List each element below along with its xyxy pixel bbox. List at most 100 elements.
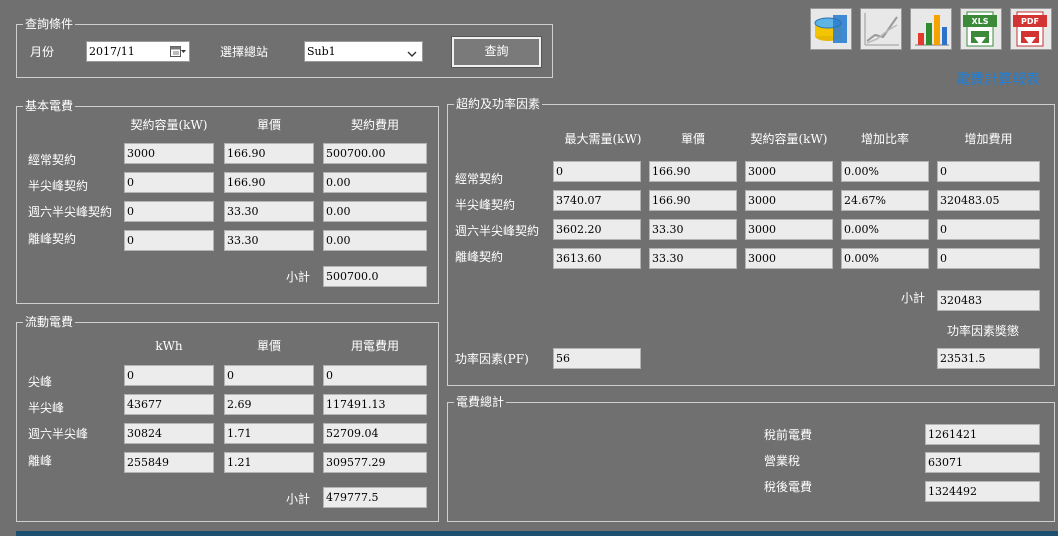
flow-fee-field: 52709.04 xyxy=(323,423,427,444)
over-header-ratio: 增加比率 xyxy=(860,132,909,146)
flow-row-label: 半尖峰 xyxy=(28,401,65,415)
basic-subtotal-label: 小計 xyxy=(286,270,311,284)
chart-line-icon[interactable] xyxy=(860,8,902,50)
flow-price-field: 2.69 xyxy=(224,394,314,415)
over-capacity-field: 3000 xyxy=(745,161,833,182)
station-label: 選擇總站 xyxy=(220,45,269,59)
tax-field: 63071 xyxy=(925,452,1040,473)
over-fee-field: 320483.05 xyxy=(937,190,1040,211)
over-header-capacity: 契約容量(kW) xyxy=(750,132,828,146)
basic-price-field: 166.90 xyxy=(224,172,314,193)
flow-header-kwh: kWh xyxy=(155,339,183,353)
over-fee-field: 0 xyxy=(937,219,1040,240)
basic-capacity-field: 0 xyxy=(124,201,214,222)
over-demand-field: 3613.60 xyxy=(553,248,641,269)
chevron-down-icon[interactable] xyxy=(407,46,417,57)
basic-capacity-field: 0 xyxy=(124,230,214,251)
flow-fee-field: 117491.13 xyxy=(323,394,427,415)
pdf-text: PDF xyxy=(1021,17,1039,26)
basic-capacity-field: 3000 xyxy=(124,143,214,164)
over-ratio-field: 24.67% xyxy=(841,190,929,211)
month-value: 2017/11 xyxy=(89,45,135,58)
tax-label: 營業稅 xyxy=(764,454,801,468)
report-title: 電費計算報表 xyxy=(956,72,1040,88)
over-price-field: 33.30 xyxy=(649,219,737,240)
basic-fee-legend: 基本電費 xyxy=(23,98,76,114)
flow-price-field: 1.71 xyxy=(224,423,314,444)
over-header-demand: 最大需量(kW) xyxy=(564,132,642,146)
month-picker[interactable]: 2017/11 xyxy=(86,41,190,62)
flow-row-label: 離峰 xyxy=(28,454,53,468)
flow-fee-legend: 流動電費 xyxy=(23,314,76,330)
station-select[interactable]: Sub1 xyxy=(304,41,423,62)
over-capacity-field: 3000 xyxy=(745,190,833,211)
post-tax-field: 1324492 xyxy=(925,481,1040,502)
flow-header-price: 單價 xyxy=(256,339,281,353)
over-demand-field: 3602.20 xyxy=(553,219,641,240)
pre-tax-field: 1261421 xyxy=(925,424,1040,445)
over-capacity-field: 3000 xyxy=(745,219,833,240)
basic-row-label: 半尖峰契約 xyxy=(28,179,89,193)
over-demand-field: 0 xyxy=(553,161,641,182)
flow-price-field: 0 xyxy=(224,365,314,386)
basic-fee-field: 0.00 xyxy=(323,230,427,251)
over-demand-field: 3740.07 xyxy=(553,190,641,211)
xls-text: XLS xyxy=(971,17,988,26)
pf-field: 56 xyxy=(553,348,641,369)
export-xls-icon[interactable]: XLS xyxy=(960,8,1002,50)
pf-bonus-field: 23531.5 xyxy=(937,348,1040,369)
calendar-icon[interactable] xyxy=(170,45,186,58)
over-header-fee: 增加費用 xyxy=(964,132,1013,146)
basic-row-label: 週六半尖峰契約 xyxy=(28,205,113,219)
over-contract-legend: 超約及功率因素 xyxy=(454,96,543,112)
over-ratio-field: 0.00% xyxy=(841,248,929,269)
bar-chart-icon[interactable] xyxy=(910,8,952,50)
flow-kwh-field: 43677 xyxy=(124,394,214,415)
flow-kwh-field: 0 xyxy=(124,365,214,386)
flow-fee-field: 0 xyxy=(323,365,427,386)
basic-fee-field: 0.00 xyxy=(323,172,427,193)
over-subtotal-field: 320483 xyxy=(937,290,1040,311)
bottom-scroll-bar xyxy=(16,531,1058,536)
basic-row-label: 離峰契約 xyxy=(28,232,77,246)
pre-tax-label: 稅前電費 xyxy=(764,428,813,442)
total-fee-legend: 電費總計 xyxy=(454,394,507,410)
basic-row-label: 經常契約 xyxy=(28,153,77,167)
flow-subtotal-field: 479777.5 xyxy=(323,487,427,508)
query-legend: 查詢條件 xyxy=(23,16,76,32)
basic-price-field: 166.90 xyxy=(224,143,314,164)
database-icon[interactable] xyxy=(810,8,852,50)
month-label: 月份 xyxy=(30,45,55,59)
flow-kwh-field: 255849 xyxy=(124,452,214,473)
over-ratio-field: 0.00% xyxy=(841,219,929,240)
flow-fee-field: 309577.29 xyxy=(323,452,427,473)
over-subtotal-label: 小計 xyxy=(901,291,926,305)
over-header-price: 單價 xyxy=(680,132,705,146)
over-row-label: 經常契約 xyxy=(455,172,504,186)
pf-label: 功率因素(PF) xyxy=(455,352,529,366)
over-capacity-field: 3000 xyxy=(745,248,833,269)
flow-header-fee: 用電費用 xyxy=(350,339,399,353)
basic-header-fee: 契約費用 xyxy=(350,118,399,132)
basic-header-price: 單價 xyxy=(256,118,281,132)
over-fee-field: 0 xyxy=(937,248,1040,269)
station-value: Sub1 xyxy=(307,45,336,58)
over-price-field: 33.30 xyxy=(649,248,737,269)
flow-kwh-field: 30824 xyxy=(124,423,214,444)
basic-fee-field: 500700.00 xyxy=(323,143,427,164)
basic-price-field: 33.30 xyxy=(224,201,314,222)
over-row-label: 週六半尖峰契約 xyxy=(455,224,540,238)
basic-price-field: 33.30 xyxy=(224,230,314,251)
basic-header-capacity: 契約容量(kW) xyxy=(130,118,208,132)
query-button[interactable]: 查詢 xyxy=(451,36,542,68)
post-tax-label: 稅後電費 xyxy=(764,480,813,494)
flow-row-label: 週六半尖峰 xyxy=(28,427,89,441)
flow-subtotal-label: 小計 xyxy=(286,492,311,506)
flow-price-field: 1.21 xyxy=(224,452,314,473)
export-pdf-icon[interactable]: PDF xyxy=(1010,8,1052,50)
over-price-field: 166.90 xyxy=(649,190,737,211)
over-fee-field: 0 xyxy=(937,161,1040,182)
pf-bonus-label: 功率因素獎懲 xyxy=(947,324,1020,338)
basic-capacity-field: 0 xyxy=(124,172,214,193)
basic-fee-field: 0.00 xyxy=(323,201,427,222)
